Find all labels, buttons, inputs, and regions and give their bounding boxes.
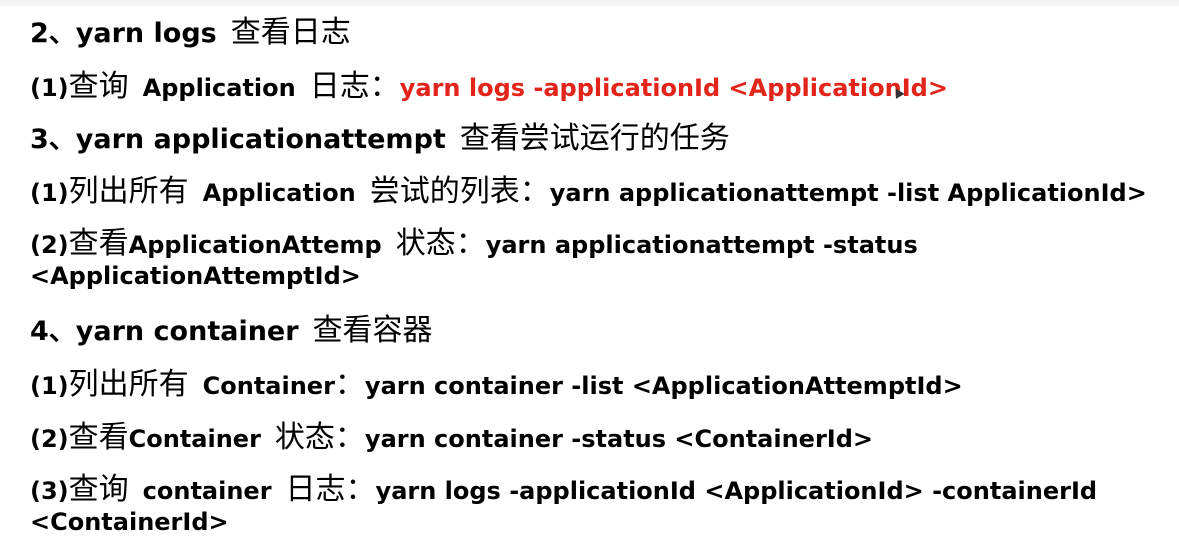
item-text: 查看 bbox=[68, 226, 129, 261]
section-4-title-text: 查看容器 bbox=[312, 313, 433, 348]
item-text: 日志： bbox=[309, 69, 400, 104]
section-2-title-command: 2、yarn logs bbox=[30, 18, 217, 49]
item-number: (2) bbox=[30, 231, 69, 259]
item-text: 尝试的列表： bbox=[369, 174, 550, 209]
item-command: yarn logs -applicationId <ApplicationId>… bbox=[375, 477, 1098, 505]
item-command: yarn container -status <ContainerId> bbox=[364, 425, 874, 453]
item-number: (2) bbox=[30, 425, 69, 453]
item-keyword: Container bbox=[128, 425, 261, 453]
section-2-heading: 2、yarn logs 查看日志 bbox=[30, 18, 351, 48]
section-3-title-text: 查看尝试运行的任务 bbox=[459, 121, 730, 156]
item-number: (1) bbox=[30, 179, 69, 207]
item-text: 查询 bbox=[68, 472, 129, 507]
section-3-heading: 3、yarn applicationattempt 查看尝试运行的任务 bbox=[30, 124, 730, 154]
section-4-item-2: (2)查看Container 状态：yarn container -status … bbox=[30, 423, 873, 453]
item-command: yarn applicationattempt -status bbox=[485, 231, 918, 259]
item-number: (3) bbox=[30, 477, 69, 505]
section-4-item-3-continuation: <ContainerId> bbox=[30, 510, 229, 534]
section-3-item-2-continuation: <ApplicationAttemptId> bbox=[30, 264, 361, 288]
section-3-item-2: (2)查看ApplicationAttemp 状态：yarn applicatio… bbox=[30, 229, 918, 259]
item-number: (1) bbox=[30, 74, 69, 102]
top-strip bbox=[0, 0, 1179, 6]
item-text: 列出所有 bbox=[68, 367, 189, 402]
item-command: <ContainerId> bbox=[30, 508, 229, 536]
item-text: 状态： bbox=[395, 226, 486, 261]
item-text: 日志： bbox=[285, 472, 376, 507]
item-keyword: ApplicationAttemp bbox=[128, 231, 382, 259]
section-4-item-3: (3)查询 container 日志：yarn logs -applicationI… bbox=[30, 475, 1097, 505]
item-text: ： bbox=[334, 367, 365, 402]
section-4-title-command: 4、yarn container bbox=[30, 316, 299, 347]
section-3-title-command: 3、yarn applicationattempt bbox=[30, 124, 446, 155]
highlighted-command: yarn logs -applicationId <ApplicationId> bbox=[399, 74, 948, 102]
item-command: yarn container -list <ApplicationAttempt… bbox=[364, 372, 963, 400]
section-2-title-text: 查看日志 bbox=[230, 15, 351, 50]
section-4-heading: 4、yarn container 查看容器 bbox=[30, 316, 433, 346]
item-number: (1) bbox=[30, 372, 69, 400]
section-4-item-1: (1)列出所有 Container：yarn container -list <A… bbox=[30, 370, 963, 400]
item-text: 查看 bbox=[68, 420, 129, 455]
item-text: 列出所有 bbox=[68, 174, 189, 209]
item-keyword: Container bbox=[202, 372, 335, 400]
item-keyword: container bbox=[142, 477, 272, 505]
item-text: 查询 bbox=[68, 69, 129, 104]
item-text: 状态： bbox=[274, 420, 365, 455]
item-command: <ApplicationAttemptId> bbox=[30, 262, 361, 290]
section-2-item-1: (1)查询 Application 日志：yarn logs -applicatio… bbox=[30, 72, 948, 102]
item-keyword: Application bbox=[142, 74, 296, 102]
item-command: yarn applicationattempt -list Applicatio… bbox=[549, 179, 1147, 207]
item-keyword: Application bbox=[202, 179, 356, 207]
section-3-item-1: (1)列出所有 Application 尝试的列表：yarn application… bbox=[30, 177, 1147, 207]
